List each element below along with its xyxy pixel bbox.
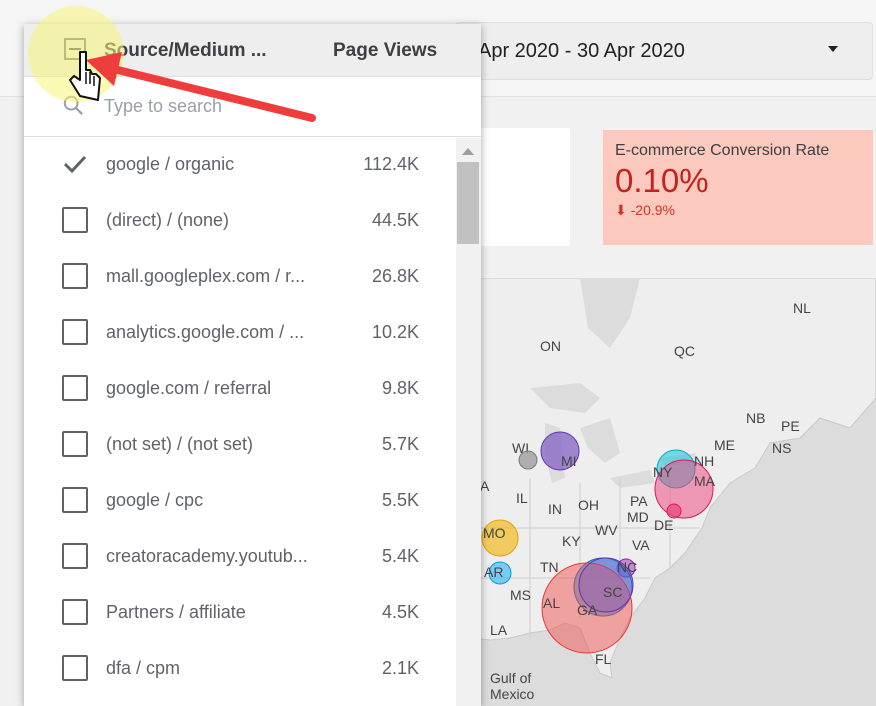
map-label-de: DE — [654, 517, 673, 533]
checkbox[interactable] — [62, 487, 88, 513]
gulf-label-line2: Mexico — [490, 686, 535, 702]
scorecard-card — [470, 128, 570, 246]
date-range-value: Apr 2020 - 30 Apr 2020 — [478, 39, 685, 62]
item-label: analytics.google.com / ... — [106, 322, 305, 342]
map-label-oh: OH — [578, 497, 599, 513]
list-item[interactable]: (direct) / (none) 44.5K — [24, 193, 456, 249]
caret-down-icon[interactable] — [828, 46, 838, 52]
map-label-md: MD — [627, 509, 649, 525]
item-value: 4.5K — [381, 602, 419, 622]
list-item[interactable]: mall.googleplex.com / r... 26.8K — [24, 249, 456, 305]
scrollbar-thumb[interactable] — [457, 162, 479, 244]
map-label-nb: NB — [746, 410, 765, 426]
metric-header[interactable]: Page Views — [333, 40, 437, 62]
list-item[interactable]: google.com / referral 9.8K — [24, 361, 456, 417]
ecommerce-conversion-scorecard[interactable]: E-commerce Conversion Rate 0.10% ⬇ -20.9… — [603, 130, 873, 245]
map-label-ny: NY — [653, 464, 673, 480]
map-label-ms: MS — [510, 587, 531, 603]
map-label-ns: NS — [772, 440, 791, 456]
map-label-nl: NL — [793, 300, 811, 316]
checkbox[interactable] — [62, 375, 88, 401]
map-label-in: IN — [548, 501, 562, 517]
scroll-up-arrow-icon[interactable] — [462, 148, 474, 155]
item-label: creatoracademy.youtub... — [106, 546, 308, 566]
checkbox[interactable] — [62, 263, 88, 289]
checkbox[interactable] — [62, 207, 88, 233]
list-item[interactable]: creatoracademy.youtub... 5.4K — [24, 529, 456, 585]
source-medium-filter-dropdown[interactable]: Source/Medium ... Page Views google / or… — [24, 24, 481, 706]
scorecard-label: E-commerce Conversion Rate — [615, 142, 830, 159]
list-item[interactable]: analytics.google.com / ... 10.2K — [24, 305, 456, 361]
cursor-highlight — [28, 6, 124, 102]
checkbox[interactable] — [62, 599, 88, 625]
checkbox[interactable] — [62, 543, 88, 569]
gulf-label-line1: Gulf of — [490, 670, 531, 686]
map-label-ga: GA — [577, 602, 598, 618]
map-label-ky: KY — [562, 533, 581, 549]
map-bubble[interactable] — [518, 450, 538, 470]
search-input[interactable] — [104, 92, 444, 120]
item-label: google.com / referral — [106, 378, 272, 398]
checkbox[interactable] — [62, 319, 88, 345]
checkbox[interactable] — [62, 655, 88, 681]
map-label-tn: TN — [540, 559, 559, 575]
checkbox[interactable] — [62, 151, 88, 177]
item-value: 10.2K — [371, 322, 419, 342]
map-label-mo: MO — [483, 525, 506, 541]
checkbox[interactable] — [62, 431, 88, 457]
scorecard-value: 0.10% — [615, 162, 709, 199]
item-value: 5.7K — [381, 434, 419, 454]
option-list: google / organic 112.4K (direct) / (none… — [24, 137, 456, 697]
item-label: google / cpc — [106, 490, 204, 510]
item-value: 44.5K — [371, 210, 419, 230]
map-label-mi: MI — [561, 453, 577, 469]
map-label-a: A — [480, 478, 490, 494]
map-label-on: ON — [540, 338, 561, 354]
scrollbar[interactable] — [456, 138, 481, 706]
item-label: (not set) / (not set) — [106, 434, 254, 454]
map-label-ma: MA — [694, 473, 716, 489]
list-item[interactable]: google / organic 112.4K — [24, 137, 456, 193]
list-item[interactable]: Partners / affiliate 4.5K — [24, 585, 456, 641]
item-value: 26.8K — [371, 266, 419, 286]
map-label-il: IL — [516, 490, 528, 506]
map-bubble[interactable] — [666, 503, 682, 519]
map-label-sc: SC — [603, 584, 622, 600]
list-item[interactable]: google / cpc 5.5K — [24, 473, 456, 529]
item-value: 5.5K — [381, 490, 419, 510]
item-value: 5.4K — [381, 546, 419, 566]
map-label-nh: NH — [694, 453, 714, 469]
item-label: mall.googleplex.com / r... — [106, 266, 306, 286]
item-value: 9.8K — [381, 378, 419, 398]
map-canvas: NL ON QC NB PE NS ME WI A IL IN OH PA MD… — [470, 278, 876, 706]
map-label-fl: FL — [595, 651, 612, 667]
map-label-va: VA — [632, 537, 650, 553]
item-label: google / organic — [106, 154, 235, 174]
item-label: (direct) / (none) — [106, 210, 230, 230]
scorecard-delta: ⬇ -20.9% — [615, 202, 861, 219]
item-value: 2.1K — [381, 658, 419, 678]
scorecard-delta-value: -20.9% — [630, 202, 675, 218]
map-label-ar: AR — [484, 564, 503, 580]
map-label-nc: NC — [617, 559, 637, 575]
geo-map[interactable]: NL ON QC NB PE NS ME WI A IL IN OH PA MD… — [470, 278, 876, 706]
map-label-la: LA — [490, 622, 508, 638]
dimension-header[interactable]: Source/Medium ... — [104, 40, 267, 62]
map-label-qc: QC — [674, 343, 695, 359]
map-label-al: AL — [543, 595, 560, 611]
item-label: Partners / affiliate — [106, 602, 246, 622]
list-item[interactable]: dfa / cpm 2.1K — [24, 641, 456, 697]
arrow-down-icon: ⬇ — [615, 202, 627, 218]
item-value: 112.4K — [363, 154, 419, 174]
map-label-pe: PE — [781, 418, 800, 434]
map-label-me: ME — [714, 437, 735, 453]
date-range-control[interactable]: Apr 2020 - 30 Apr 2020 — [455, 22, 873, 80]
list-item[interactable]: (not set) / (not set) 5.7K — [24, 417, 456, 473]
item-label: dfa / cpm — [106, 658, 181, 678]
check-icon — [63, 155, 87, 174]
map-label-pa: PA — [630, 493, 648, 509]
map-label-wv: WV — [595, 522, 618, 538]
